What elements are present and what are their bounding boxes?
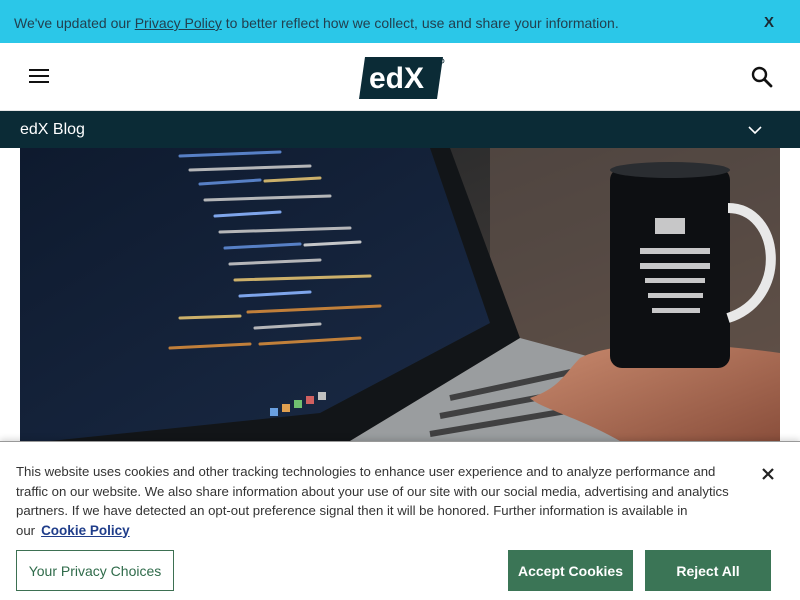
privacy-notice-text: We've updated our Privacy Policy to bett… — [14, 15, 619, 31]
search-icon[interactable] — [751, 66, 773, 88]
accept-cookies-button[interactable]: Accept Cookies — [508, 550, 633, 591]
notice-close-button[interactable]: X — [764, 14, 774, 31]
logo-text: edX — [369, 62, 424, 95]
blog-nav-bar: edX Blog — [0, 111, 800, 148]
blog-title[interactable]: edX Blog — [20, 121, 85, 139]
reject-all-button[interactable]: Reject All — [645, 550, 771, 591]
cookie-policy-link[interactable]: Cookie Policy — [41, 523, 130, 538]
notice-text-after: to better reflect how we collect, use an… — [221, 15, 619, 31]
chevron-down-icon[interactable] — [747, 122, 763, 138]
cookie-description: This website uses cookies and other trac… — [16, 462, 746, 540]
privacy-policy-link[interactable]: Privacy Policy — [135, 15, 222, 31]
menu-icon[interactable] — [29, 69, 49, 85]
hero-image — [20, 148, 780, 441]
privacy-choices-button[interactable]: Your Privacy Choices — [16, 550, 174, 591]
edx-logo[interactable]: edX — [359, 55, 445, 101]
notice-text-before: We've updated our — [14, 15, 135, 31]
cookie-consent-banner: This website uses cookies and other trac… — [0, 441, 800, 600]
close-icon[interactable] — [760, 466, 776, 482]
site-header: edX — [0, 43, 800, 111]
privacy-notice-bar: We've updated our Privacy Policy to bett… — [0, 0, 800, 43]
